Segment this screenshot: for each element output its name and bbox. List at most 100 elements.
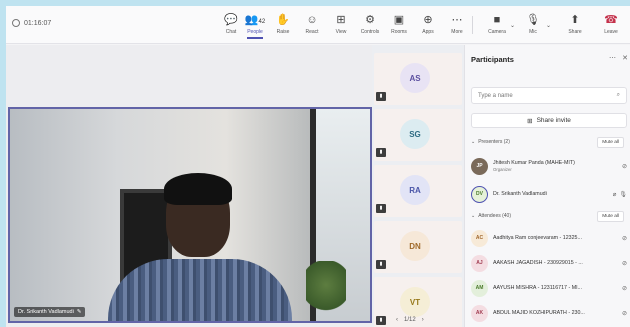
panel-more-icon[interactable]: ⋯ — [609, 54, 616, 62]
participant-text: Aadhitya Ram conjeevaram - 12325... — [493, 235, 618, 241]
share-screen-icon: ⬆ — [570, 14, 580, 26]
more-button[interactable]: ⋯ More — [444, 12, 470, 35]
attendees-section-header[interactable]: ⌄ Attendees (40) — [471, 213, 511, 219]
search-placeholder: Type a name — [478, 92, 513, 99]
close-icon[interactable]: ✕ — [622, 54, 628, 62]
view-label: View — [335, 29, 347, 35]
hand-icon: ✋ — [276, 14, 290, 26]
camera-label: Camera — [488, 29, 506, 35]
muted-mic-icon: ⊘ — [621, 260, 627, 267]
participant-name: AAKASH JAGADISH - 230929015 - ... — [493, 260, 583, 266]
previous-page-icon[interactable]: ‹ — [396, 317, 398, 323]
video-plant — [306, 261, 346, 321]
participant-tile[interactable]: AS ▮ — [374, 53, 462, 105]
muted-mic-icon: ▮ — [376, 92, 386, 101]
presenters-section-header[interactable]: ⌄ Presenters (2) — [471, 139, 510, 145]
rooms-icon: ▣ — [393, 14, 405, 26]
people-button[interactable]: 👥42 People — [242, 12, 268, 39]
participants-panel: Participants ⋯ ✕ Type a name ⌕ ⊞ Share i… — [464, 45, 630, 327]
people-icon: 👥42 — [244, 14, 266, 26]
chevron-down-icon: ⌄ — [471, 213, 476, 219]
participant-row[interactable]: JP Jhitesh Kumar Panda (MAHE-MIT) Organize… — [471, 155, 627, 177]
participant-row[interactable]: AJ AAKASH JAGADISH - 230929015 - ... ⊘ — [471, 252, 627, 274]
speaker-body — [108, 259, 292, 321]
panel-title: Participants — [471, 55, 514, 64]
search-input[interactable]: Type a name ⌕ — [471, 87, 627, 104]
camera-icon: ■ — [493, 14, 501, 26]
active-speaker-video[interactable]: Dr. Srikanth Vadlamudi ✎ — [8, 107, 372, 323]
view-button[interactable]: ⊞ View — [328, 12, 354, 35]
speaker-name-tag: Dr. Srikanth Vadlamudi ✎ — [14, 307, 86, 317]
speaker-hair — [164, 173, 232, 205]
mic-options-chevron-icon[interactable]: ⌄ — [546, 22, 551, 29]
participant-row[interactable]: AM AAYUSH MISHRA - 123116717 - MI... ⊘ — [471, 277, 627, 299]
camera-button[interactable]: ■ Camera — [484, 12, 510, 35]
share-invite-button[interactable]: ⊞ Share invite — [471, 113, 627, 128]
participant-avatar: VT — [400, 287, 430, 317]
avatar: AM — [471, 279, 488, 297]
meeting-toolbar: 01:16:07 💬 Chat 👥42 People ✋ Raise ☺ Rea… — [6, 6, 630, 44]
apps-button[interactable]: ⊕ Apps — [415, 12, 441, 35]
toolbar-divider — [472, 16, 473, 34]
participant-tiles: AS ▮ SG ▮ RA ▮ DN ▮ VT ▮ ‹ 1/12 › — [372, 45, 464, 327]
share-invite-label: Share invite — [536, 117, 571, 124]
people-label: People — [247, 29, 263, 35]
teams-meeting-window: 01:16:07 💬 Chat 👥42 People ✋ Raise ☺ Rea… — [6, 6, 630, 327]
share-invite-icon: ⊞ — [527, 117, 533, 125]
presenters-mute-all-button[interactable]: Mute all — [597, 137, 624, 148]
participant-status-icons: ⊘ — [622, 310, 627, 317]
participant-status-icons: ⌀ 🎙 — [613, 191, 627, 198]
avatar: DV — [471, 185, 488, 203]
meeting-timer: 01:16:07 — [12, 19, 51, 27]
share-button[interactable]: ⬆ Share — [562, 12, 588, 35]
leave-label: Leave — [604, 29, 618, 35]
participant-status-icons: ⊘ — [622, 260, 627, 267]
leave-button[interactable]: ☎ Leave — [598, 12, 624, 35]
chat-icon: 💬 — [224, 14, 238, 26]
next-page-icon[interactable]: › — [422, 317, 424, 323]
timer-text: 01:16:07 — [24, 19, 52, 27]
mic-button[interactable]: 🎙 Mic — [520, 12, 546, 35]
participant-text: ABDUL MAJID KOZHIPURATH - 230... — [493, 310, 618, 316]
grid-icon: ⊞ — [336, 14, 346, 26]
participant-avatar: DN — [400, 231, 430, 261]
participant-tile[interactable]: SG ▮ — [374, 109, 462, 161]
apps-label: Apps — [422, 29, 434, 35]
participant-tile[interactable]: DN ▮ — [374, 221, 462, 273]
participant-row[interactable]: AC Aadhitya Ram conjeevaram - 12325... ⊘ — [471, 227, 627, 249]
rooms-button[interactable]: ▣ Rooms — [386, 12, 412, 35]
raise-hand-button[interactable]: ✋ Raise — [270, 12, 296, 35]
participant-name: Jhitesh Kumar Panda (MAHE-MIT) — [493, 160, 575, 166]
avatar: AC — [471, 229, 488, 247]
participant-row[interactable]: DV Dr. Srikanth Vadlamudi ⌀ 🎙 — [471, 183, 627, 205]
participant-row[interactable]: AK ABDUL MAJID KOZHIPURATH - 230... ⊘ — [471, 302, 627, 324]
muted-mic-icon: ▮ — [376, 316, 386, 325]
participant-text: AAYUSH MISHRA - 123116717 - MI... — [493, 285, 618, 291]
mic-label: Mic — [529, 29, 537, 35]
participant-name: AAYUSH MISHRA - 123116717 - MI... — [493, 285, 583, 291]
muted-mic-icon: ▮ — [376, 260, 386, 269]
camera-options-chevron-icon[interactable]: ⌄ — [510, 22, 515, 29]
participant-avatar: SG — [400, 119, 430, 149]
participant-avatar: AS — [400, 63, 430, 93]
search-icon: ⌕ — [616, 92, 620, 98]
participant-tile[interactable]: RA ▮ — [374, 165, 462, 217]
react-button[interactable]: ☺ React — [299, 12, 325, 35]
controls-button[interactable]: ⚙ Controls — [357, 12, 383, 35]
muted-mic-icon: ⊘ — [621, 310, 627, 317]
muted-mic-icon: ⊘ — [621, 285, 627, 292]
muted-mic-icon: ⊘ — [621, 235, 627, 242]
hang-up-icon: ☎ — [604, 14, 618, 26]
shield-icon — [12, 19, 20, 27]
participant-name: Dr. Srikanth Vadlamudi — [493, 191, 547, 197]
chat-button[interactable]: 💬 Chat — [218, 12, 244, 35]
participant-text: Jhitesh Kumar Panda (MAHE-MIT) Organizer — [493, 160, 618, 172]
muted-mic-icon: ▮ — [376, 148, 386, 157]
participant-avatar: RA — [400, 175, 430, 205]
avatar: AJ — [471, 254, 488, 272]
microphone-icon: 🎙 — [526, 14, 540, 26]
attendees-mute-all-button[interactable]: Mute all — [597, 211, 624, 222]
presenters-heading: Presenters (2) — [478, 139, 510, 145]
avatar: JP — [471, 157, 488, 175]
pin-icon[interactable]: ⌀ — [613, 191, 617, 198]
